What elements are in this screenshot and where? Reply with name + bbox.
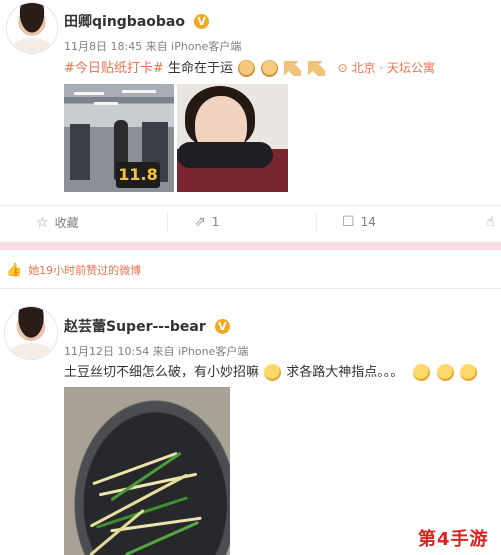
avatar-post1[interactable] — [6, 2, 58, 54]
post1-header: 田卿qingbaobao V — [64, 11, 210, 31]
post1-content: #今日贴纸打卡# 生命在于运 ⊙ 北京 · 天坛公寓 — [64, 57, 435, 77]
liked-notice-text: 她19小时前赞过的微博 — [28, 264, 142, 277]
post1-photo-gym[interactable]: 11.8 — [64, 84, 174, 192]
ceiling-light — [94, 102, 118, 105]
post2-meta: 11月12日 10:54 来自 iPhone客户端 — [64, 345, 249, 358]
comment-icon: ☐ — [342, 214, 355, 230]
favorite-label: 收藏 — [54, 216, 79, 230]
drooling-emoji-icon — [413, 364, 431, 381]
muscle-emoji-icon — [307, 61, 325, 76]
post1-location-text: 北京 · 天坛公寓 — [351, 61, 435, 75]
gym-machine — [70, 124, 90, 180]
thinking-emoji-icon — [264, 364, 282, 381]
post1-username[interactable]: 田卿qingbaobao — [64, 14, 185, 30]
post1-meta: 11月8日 18:45 来自 iPhone客户端 — [64, 40, 242, 53]
drooling-emoji-icon — [459, 364, 477, 381]
fist-emoji-icon — [238, 60, 256, 77]
share-count: 1 — [211, 215, 220, 229]
verified-badge-icon: V — [194, 14, 210, 29]
divider — [0, 288, 501, 289]
post2-text-part2: 求各路大神指点。。。 — [286, 365, 404, 380]
post1-location-link[interactable]: ⊙ 北京 · 天坛公寓 — [338, 61, 435, 75]
liked-notice: 👍 她19小时前赞过的微博 — [6, 262, 141, 278]
like-button[interactable]: ☝ — [486, 214, 495, 230]
divider — [0, 205, 501, 206]
ceiling-light — [122, 90, 156, 93]
fist-emoji-icon — [261, 60, 279, 77]
post1-photo-selfie[interactable] — [177, 84, 288, 192]
avatar-body — [12, 38, 52, 53]
selfie-arms — [177, 142, 273, 168]
muscle-emoji-icon — [284, 61, 302, 76]
favorite-button[interactable]: ☆ 收藏 — [36, 214, 79, 231]
post2-content: 土豆丝切不细怎么破，有小妙招嘛 求各路大神指点。。。 — [64, 361, 478, 381]
action-divider — [316, 212, 317, 232]
comment-button[interactable]: ☐ 14 — [342, 214, 376, 230]
date-stamp: 11.8 — [116, 162, 160, 188]
post2-username[interactable]: 赵芸蕾Super---bear — [64, 319, 206, 335]
verified-badge-icon: V — [214, 319, 230, 334]
section-separator — [0, 242, 501, 250]
comment-count: 14 — [360, 215, 376, 229]
star-icon: ☆ — [36, 214, 49, 231]
share-icon: ⇗ — [194, 214, 206, 230]
drooling-emoji-icon — [436, 364, 454, 381]
avatar-post2[interactable] — [4, 306, 58, 360]
post1-text: 生命在于运 — [167, 61, 233, 76]
action-divider — [167, 212, 168, 232]
post1-topic-link[interactable]: #今日贴纸打卡# — [64, 61, 164, 76]
post2-header: 赵芸蕾Super---bear V — [64, 316, 230, 336]
location-pin-icon: ⊙ — [337, 61, 348, 75]
post2-text-part1: 土豆丝切不细怎么破，有小妙招嘛 — [64, 365, 260, 380]
watermark-logo: 第4手游 — [418, 529, 489, 550]
thumbs-up-icon: 👍 — [6, 262, 23, 278]
avatar-body — [10, 343, 52, 359]
share-button[interactable]: ⇗ 1 — [194, 214, 219, 230]
post2-photo-dish[interactable] — [64, 387, 230, 555]
ceiling-light — [74, 92, 104, 95]
thumbs-up-icon: ☝ — [486, 214, 495, 230]
